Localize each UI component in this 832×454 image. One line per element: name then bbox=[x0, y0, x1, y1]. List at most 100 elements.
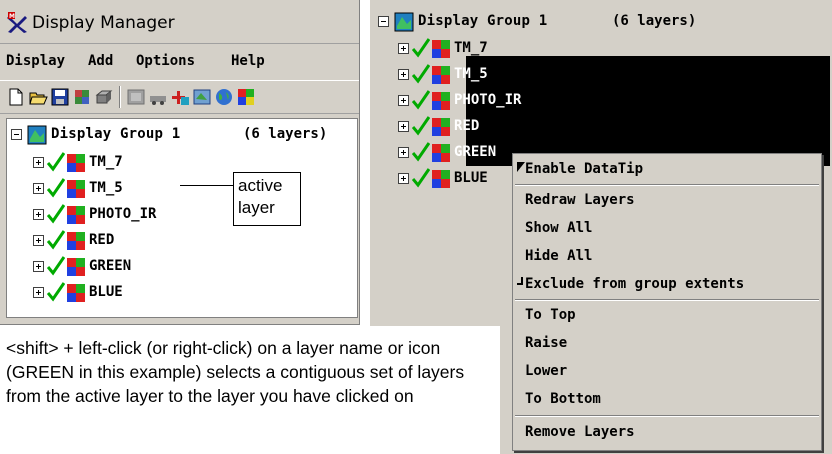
raster-layer-icon[interactable] bbox=[67, 232, 85, 250]
expand-icon[interactable] bbox=[398, 121, 409, 132]
tree-row-group[interactable]: Display Group 1 (6 layers) bbox=[378, 10, 818, 36]
tree-row-layer[interactable]: BLUE bbox=[33, 281, 233, 307]
menu-item-raise[interactable]: Raise bbox=[513, 330, 821, 357]
raster-layer-icon[interactable] bbox=[67, 154, 85, 172]
expand-icon[interactable] bbox=[398, 173, 409, 184]
expand-icon[interactable] bbox=[398, 69, 409, 80]
menu-item-redraw-layers[interactable]: Redraw Layers bbox=[513, 187, 821, 214]
menu-item-remove-layers[interactable]: Remove Layers bbox=[513, 419, 821, 446]
checkmark-icon[interactable] bbox=[47, 177, 65, 199]
layer-label[interactable]: TM_7 bbox=[89, 154, 123, 170]
print-icon[interactable] bbox=[94, 87, 114, 107]
raster-layer-icon[interactable] bbox=[432, 144, 450, 162]
layer-label[interactable]: TM_5 bbox=[454, 66, 488, 82]
menu-item-exclude-from-group-extents[interactable]: Exclude from group extents bbox=[513, 271, 821, 298]
layer-context-menu: Enable DataTip Redraw Layers Show All Hi… bbox=[512, 153, 822, 451]
checkmark-icon[interactable] bbox=[47, 255, 65, 277]
checkmark-icon[interactable] bbox=[47, 203, 65, 225]
menu-item-label: Enable DataTip bbox=[525, 161, 644, 177]
layer-label[interactable]: TM_7 bbox=[454, 40, 488, 56]
layer-label[interactable]: RED bbox=[89, 232, 114, 248]
layer-label[interactable]: PHOTO_IR bbox=[454, 92, 521, 108]
tree-row-layer-selected[interactable]: RED bbox=[398, 115, 598, 141]
menu-item-to-top[interactable]: To Top bbox=[513, 302, 821, 329]
toggle-off-icon bbox=[517, 277, 523, 285]
raster-layer-icon[interactable] bbox=[432, 118, 450, 136]
tree-row-layer[interactable]: TM_7 bbox=[33, 151, 233, 177]
checkmark-icon[interactable] bbox=[412, 37, 430, 59]
group-label: Display Group 1 bbox=[51, 126, 181, 142]
layer-label[interactable]: GREEN bbox=[89, 258, 131, 274]
open-icon[interactable] bbox=[28, 87, 48, 107]
disabled-tool-icon[interactable] bbox=[126, 87, 146, 107]
menu-bar: Display Add Options Help bbox=[0, 48, 359, 76]
raster-layer-icon[interactable] bbox=[432, 66, 450, 84]
layer-tool-icon[interactable] bbox=[72, 87, 92, 107]
layer-label[interactable]: TM_5 bbox=[89, 180, 123, 196]
expand-icon[interactable] bbox=[398, 95, 409, 106]
new-icon[interactable] bbox=[6, 87, 26, 107]
tree-row-layer[interactable]: TM_7 bbox=[398, 37, 598, 63]
checkmark-icon[interactable] bbox=[412, 89, 430, 111]
explanation-text: <shift> + left-click (or right-click) on… bbox=[0, 326, 500, 454]
tree-row-group[interactable]: Display Group 1 (6 layers) bbox=[11, 123, 355, 149]
checkmark-icon[interactable] bbox=[47, 229, 65, 251]
raster-layer-icon[interactable] bbox=[432, 170, 450, 188]
menu-options[interactable]: Options bbox=[136, 53, 195, 69]
add-layer-icon[interactable] bbox=[170, 87, 190, 107]
expand-icon[interactable] bbox=[33, 235, 44, 246]
menu-item-show-all[interactable]: Show All bbox=[513, 215, 821, 242]
expand-icon[interactable] bbox=[33, 183, 44, 194]
menu-help[interactable]: Help bbox=[231, 53, 265, 69]
menu-item-hide-all[interactable]: Hide All bbox=[513, 243, 821, 270]
save-icon[interactable] bbox=[50, 87, 70, 107]
map-icon[interactable] bbox=[192, 87, 212, 107]
raster-layer-icon[interactable] bbox=[432, 40, 450, 58]
checkmark-icon[interactable] bbox=[412, 63, 430, 85]
raster-layer-icon[interactable] bbox=[67, 284, 85, 302]
title-bar: M Display Manager bbox=[0, 0, 359, 44]
collapse-icon[interactable] bbox=[11, 129, 22, 140]
checkmark-icon[interactable] bbox=[47, 151, 65, 173]
checkmark-icon[interactable] bbox=[412, 115, 430, 137]
raster-layer-icon[interactable] bbox=[432, 92, 450, 110]
raster-icon[interactable] bbox=[236, 87, 256, 107]
tree-row-layer-selected[interactable]: TM_5 bbox=[398, 63, 598, 89]
expand-icon[interactable] bbox=[398, 147, 409, 158]
menu-item-label: To Top bbox=[525, 307, 576, 323]
tree-row-layer[interactable]: PHOTO_IR bbox=[33, 203, 233, 229]
layer-label[interactable]: PHOTO_IR bbox=[89, 206, 156, 222]
expand-icon[interactable] bbox=[33, 157, 44, 168]
menu-item-enable-datatip[interactable]: Enable DataTip bbox=[513, 156, 821, 183]
tree-row-layer-active[interactable]: TM_5 bbox=[33, 177, 233, 203]
menu-item-to-bottom[interactable]: To Bottom bbox=[513, 386, 821, 413]
raster-layer-icon[interactable] bbox=[67, 258, 85, 276]
menu-add[interactable]: Add bbox=[88, 53, 113, 69]
tree-row-layer-selected[interactable]: PHOTO_IR bbox=[398, 89, 598, 115]
expand-icon[interactable] bbox=[33, 209, 44, 220]
globe-icon[interactable] bbox=[214, 87, 234, 107]
menu-item-label: Exclude from group extents bbox=[525, 276, 745, 292]
collapse-icon[interactable] bbox=[378, 16, 389, 27]
raster-layer-icon[interactable] bbox=[67, 206, 85, 224]
expand-icon[interactable] bbox=[398, 43, 409, 54]
layer-label[interactable]: GREEN bbox=[454, 144, 496, 160]
vehicle-icon[interactable] bbox=[148, 87, 168, 107]
checkmark-icon[interactable] bbox=[412, 141, 430, 163]
expand-icon[interactable] bbox=[33, 261, 44, 272]
menu-display[interactable]: Display bbox=[6, 53, 65, 69]
checkmark-icon[interactable] bbox=[412, 167, 430, 189]
checkmark-icon[interactable] bbox=[47, 281, 65, 303]
layer-label[interactable]: BLUE bbox=[454, 170, 488, 186]
menu-item-lower[interactable]: Lower bbox=[513, 358, 821, 385]
menu-item-label: Redraw Layers bbox=[525, 192, 635, 208]
expand-icon[interactable] bbox=[33, 287, 44, 298]
raster-layer-icon[interactable] bbox=[67, 180, 85, 198]
menu-item-label: To Bottom bbox=[525, 391, 601, 407]
tree-row-layer[interactable]: GREEN bbox=[33, 255, 233, 281]
layer-label[interactable]: BLUE bbox=[89, 284, 123, 300]
display-group-icon bbox=[394, 12, 414, 32]
layer-label[interactable]: RED bbox=[454, 118, 479, 134]
menu-item-label: Raise bbox=[525, 335, 568, 351]
tree-row-layer[interactable]: RED bbox=[33, 229, 233, 255]
